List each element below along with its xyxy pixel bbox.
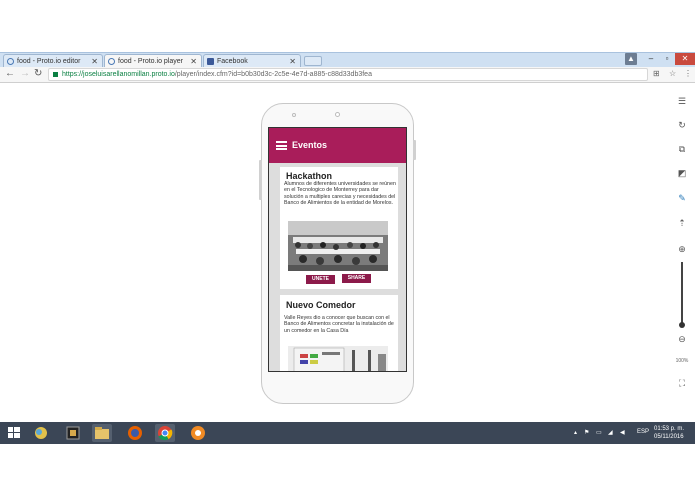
url-secure-part: https://joseluisarellanomillan.proto.io (62, 71, 175, 78)
window-controls: ▲ – ▫ ✕ (625, 53, 695, 65)
zoom-slider-track[interactable] (681, 262, 683, 324)
zoom-in-icon[interactable]: ⊕ (676, 244, 688, 255)
top-margin (0, 0, 695, 52)
rotate-device-icon[interactable]: ⧉ (676, 144, 688, 155)
volume-icon[interactable]: ◀ (620, 429, 625, 436)
zoom-level: 100% (675, 358, 689, 364)
star-icon[interactable]: ☆ (669, 69, 676, 78)
hamburger-menu-icon[interactable] (276, 141, 287, 150)
share-button[interactable]: SHARE (342, 274, 371, 283)
protoio-icon (108, 58, 115, 65)
close-tab-icon[interactable]: ✕ (289, 57, 296, 66)
tray-expand-icon[interactable]: ▴ (574, 429, 577, 436)
tab-label: food - Proto.io editor (17, 58, 81, 65)
file-explorer-icon[interactable] (92, 424, 112, 442)
event-description: Valle Reyes dio a conocer que buscan con… (284, 315, 394, 334)
close-tab-icon[interactable]: ✕ (91, 57, 98, 66)
signal-icon[interactable]: ◢ (608, 429, 613, 436)
protoio-icon (7, 58, 14, 65)
clock-time: 01:53 p. m. (654, 426, 685, 432)
new-tab-button[interactable] (304, 56, 322, 66)
screen: food - Proto.io editor ✕ food - Proto.io… (0, 0, 695, 494)
refresh-icon[interactable]: ↻ (676, 120, 688, 131)
event-description: Alumnos de diferentes universidades se r… (284, 181, 396, 206)
battery-icon[interactable]: ▭ (596, 429, 602, 436)
tab-label: food - Proto.io player (118, 58, 183, 65)
app-icon[interactable] (63, 424, 83, 442)
tab-protoio-editor[interactable]: food - Proto.io editor ✕ (3, 54, 103, 68)
firefox-icon[interactable] (125, 424, 145, 442)
app-title: Eventos (292, 140, 328, 150)
join-button[interactable]: UNETE (306, 275, 335, 284)
menu-dots-icon[interactable]: ⋮ (684, 69, 692, 78)
event-title: Hackathon (286, 171, 333, 181)
bottom-margin (0, 444, 695, 494)
facebook-icon (207, 58, 214, 65)
event-photo (288, 346, 388, 371)
event-card: Nuevo Comedor Valle Reyes dio a conocer … (280, 295, 398, 371)
contrast-icon[interactable]: ◩ (676, 168, 688, 179)
close-tab-icon[interactable]: ✕ (190, 57, 197, 66)
phone-sensor (292, 113, 296, 117)
phone-side-button (259, 160, 262, 200)
edit-icon[interactable]: ✎ (676, 193, 688, 204)
translate-icon[interactable]: ⊞ (653, 69, 660, 78)
tab-protoio-player[interactable]: food - Proto.io player ✕ (104, 54, 202, 68)
language-indicator[interactable]: ESP (637, 429, 649, 435)
maximize-button[interactable]: ▫ (659, 53, 675, 65)
fullscreen-icon[interactable]: ⛶ (676, 378, 688, 389)
network-icon[interactable]: ⚑ (584, 429, 589, 436)
tab-facebook[interactable]: Facebook ✕ (203, 54, 301, 68)
url-input[interactable]: https://joseluisarellanomillan.proto.io/… (48, 68, 648, 81)
tab-label: Facebook (217, 58, 248, 65)
zoom-slider-handle[interactable] (679, 322, 685, 328)
lock-icon (53, 71, 58, 77)
user-icon[interactable]: ▲ (625, 53, 637, 65)
chrome-icon[interactable] (155, 424, 175, 442)
app-icon[interactable] (188, 424, 208, 442)
url-path-part: /player/index.cfm?id=b0b30d3c-2c5e-4e7d-… (174, 71, 372, 78)
touch-icon[interactable]: ⇡ (676, 218, 688, 229)
forward-icon[interactable]: → (20, 68, 30, 79)
app-screen: Eventos Hackathon Alumnos de diferentes … (268, 127, 407, 372)
back-icon[interactable]: ← (5, 68, 15, 79)
app-icon[interactable] (31, 424, 51, 442)
browser-tab-bar: food - Proto.io editor ✕ food - Proto.io… (0, 52, 695, 68)
system-clock[interactable]: 01:53 p. m. 05/11/2016 (654, 425, 684, 441)
address-bar-row: ← → ↻ https://joseluisarellanomillan.pro… (0, 67, 695, 83)
reload-icon[interactable]: ↻ (34, 68, 42, 79)
windows-taskbar: ▴ ⚑ ▭ ◢ ◀ ESP 01:53 p. m. 05/11/2016 (0, 422, 695, 444)
event-photo (288, 221, 388, 271)
app-header: Eventos (269, 128, 406, 163)
close-window-button[interactable]: ✕ (675, 53, 695, 65)
phone-camera (335, 112, 340, 117)
zoom-out-icon[interactable]: ⊖ (676, 334, 688, 345)
event-title: Nuevo Comedor (286, 300, 356, 310)
start-button[interactable] (4, 424, 24, 442)
phone-side-button (413, 140, 416, 160)
menu-icon[interactable]: ☰ (676, 96, 688, 107)
clock-date: 05/11/2016 (654, 434, 684, 440)
minimize-button[interactable]: – (643, 53, 659, 65)
event-card: Hackathon Alumnos de diferentes universi… (280, 167, 398, 289)
